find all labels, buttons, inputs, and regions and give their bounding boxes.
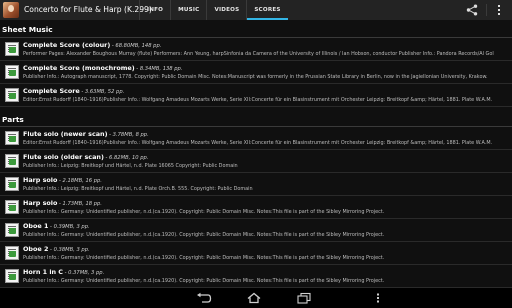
item-meta: - 68.80MB, 148 pp. — [110, 43, 162, 49]
tab-label: SCORES — [254, 7, 281, 13]
menu-icon[interactable] — [376, 293, 380, 303]
item-meta: - 0.38MB, 3 pp. — [48, 247, 90, 253]
list-item[interactable]: Flute solo (older scan) - 6.82MB, 10 pp.… — [0, 150, 512, 173]
item-name: Oboe 2 — [23, 245, 49, 253]
item-detail: Editor:Ernst Rudorff (1840–1916)Publishe… — [23, 97, 493, 103]
share-icon[interactable] — [466, 4, 478, 16]
item-meta: - 3.78MB, 8 pp. — [107, 132, 149, 138]
item-detail: Publisher Info.: Autograph manuscript, 1… — [23, 74, 488, 80]
item-name: Flute solo (newer scan) — [23, 130, 108, 138]
item-meta: - 8.34MB, 138 pp. — [134, 66, 183, 72]
score-icon — [5, 42, 19, 56]
score-icon — [5, 269, 19, 283]
scores-list[interactable]: Sheet Music Complete Score (colour) - 68… — [0, 20, 512, 288]
score-icon — [5, 154, 19, 168]
list-item[interactable]: Complete Score (colour) - 68.80MB, 148 p… — [0, 38, 512, 61]
item-detail: Performer Pages: Alexander Boughous Murr… — [23, 51, 494, 57]
tab-bar: INFO MUSIC VIDEOS SCORES — [139, 0, 288, 20]
item-meta: - 0.39MB, 3 pp. — [48, 224, 90, 230]
item-meta: - 0.37MB, 3 pp. — [63, 270, 105, 276]
score-icon — [5, 223, 19, 237]
list-item[interactable]: Oboe 2 - 0.38MB, 3 pp. Publisher Info.: … — [0, 242, 512, 265]
item-name: Complete Score — [23, 87, 80, 95]
recent-apps-icon[interactable] — [296, 292, 312, 304]
list-item[interactable]: Harp solo - 1.73MB, 18 pp. Publisher Inf… — [0, 196, 512, 219]
score-icon — [5, 200, 19, 214]
section-header-sheet-music: Sheet Music — [0, 20, 512, 38]
actionbar-divider — [486, 4, 487, 16]
tab-videos[interactable]: VIDEOS — [206, 0, 246, 20]
tab-info[interactable]: INFO — [139, 0, 170, 20]
overflow-menu-icon[interactable] — [496, 4, 502, 16]
list-item[interactable]: Complete Score (monochrome) - 8.34MB, 13… — [0, 61, 512, 84]
score-icon — [5, 88, 19, 102]
score-icon — [5, 65, 19, 79]
item-name: Flute solo (older scan) — [23, 153, 104, 161]
item-detail: Publisher Info.: Leipzig: Breitkopf und … — [23, 186, 253, 192]
item-name: Complete Score (colour) — [23, 41, 111, 49]
item-name: Complete Score (monochrome) — [23, 64, 135, 72]
item-detail: Publisher Info.: Germany: Unidentified p… — [23, 278, 385, 284]
item-name: Harp solo — [23, 199, 58, 207]
list-item[interactable]: Horn 1 in C - 0.37MB, 3 pp. Publisher In… — [0, 265, 512, 288]
item-meta: - 3.63MB, 52 pp. — [79, 89, 125, 95]
score-icon — [5, 246, 19, 260]
item-meta: - 1.73MB, 18 pp. — [57, 201, 102, 207]
tab-label: VIDEOS — [214, 7, 240, 13]
item-detail: Publisher Info.: Germany: Unidentified p… — [23, 232, 385, 238]
item-meta: - 2.18MB, 16 pp. — [57, 178, 102, 184]
list-item[interactable]: Complete Score - 3.63MB, 52 pp. Editor:E… — [0, 84, 512, 107]
action-bar: Concerto for Flute & Harp (K.299) INFO M… — [0, 0, 512, 20]
item-detail: Publisher Info.: Leipzig: Breitkopf und … — [23, 163, 238, 169]
item-detail: Publisher Info.: Germany: Unidentified p… — [23, 209, 385, 215]
tab-label: INFO — [147, 7, 164, 13]
item-name: Horn 1 in C — [23, 268, 63, 276]
list-item[interactable]: Harp solo - 2.18MB, 16 pp. Publisher Inf… — [0, 173, 512, 196]
home-icon[interactable] — [246, 292, 262, 304]
list-item[interactable]: Flute solo (newer scan) - 3.78MB, 8 pp. … — [0, 127, 512, 150]
item-name: Harp solo — [23, 176, 58, 184]
app-title: Concerto for Flute & Harp (K.299) — [24, 5, 152, 14]
item-meta: - 6.82MB, 10 pp. — [103, 155, 149, 161]
item-detail: Editor:Ernst Rudorff (1840–1916)Publishe… — [23, 140, 493, 146]
score-icon — [5, 177, 19, 191]
item-name: Oboe 1 — [23, 222, 49, 230]
tab-label: MUSIC — [178, 7, 200, 13]
list-item[interactable]: Oboe 1 - 0.39MB, 3 pp. Publisher Info.: … — [0, 219, 512, 242]
item-detail: Publisher Info.: Germany: Unidentified p… — [23, 255, 385, 261]
system-navigation-bar — [0, 288, 512, 308]
back-icon[interactable] — [196, 292, 212, 304]
tab-scores[interactable]: SCORES — [246, 0, 288, 20]
score-icon — [5, 131, 19, 145]
app-icon[interactable] — [3, 2, 19, 18]
tab-music[interactable]: MUSIC — [170, 0, 206, 20]
section-header-parts: Parts — [0, 107, 512, 127]
